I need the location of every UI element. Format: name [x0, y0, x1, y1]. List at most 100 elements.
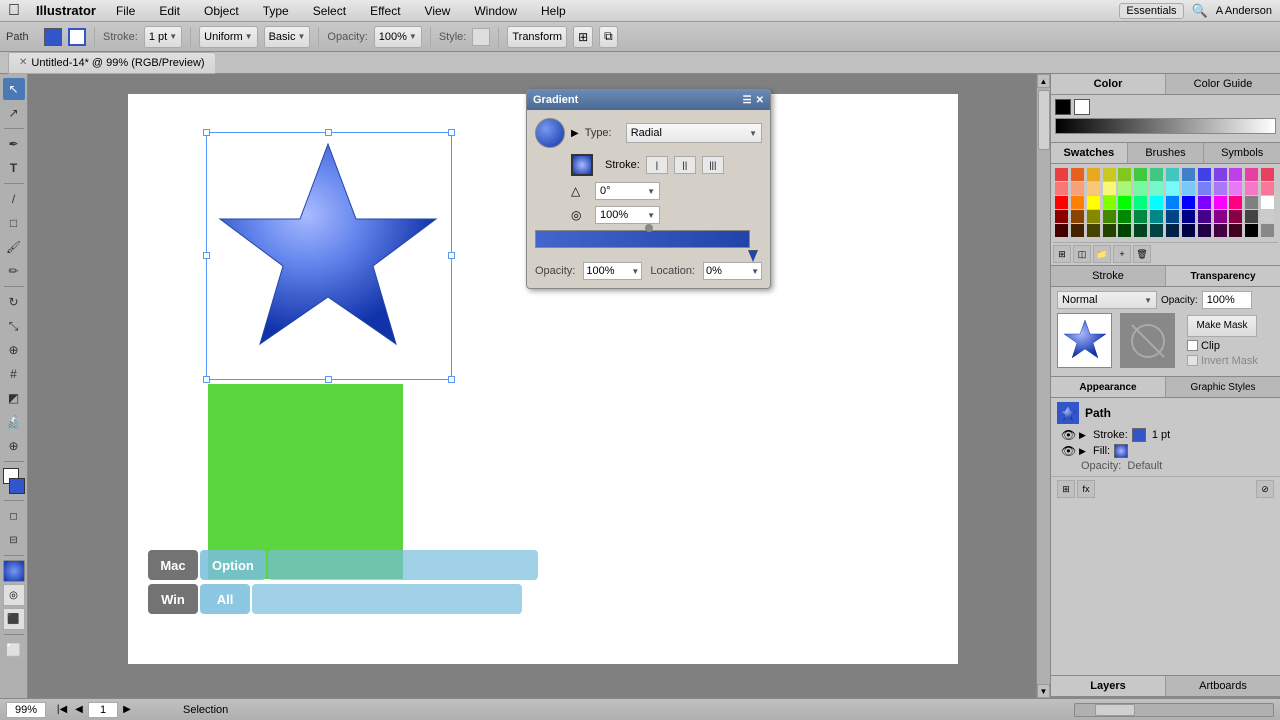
swatch-cell[interactable]: [1182, 210, 1195, 223]
stroke-btn-1[interactable]: |: [646, 156, 668, 174]
make-mask-button[interactable]: Make Mask: [1187, 315, 1257, 337]
scrollbar-thumb[interactable]: [1038, 90, 1050, 150]
menu-file[interactable]: File: [112, 4, 139, 18]
swatch-cell[interactable]: [1198, 224, 1211, 237]
uniform-dropdown[interactable]: Uniform ▼: [199, 26, 257, 48]
tab-graphic-styles[interactable]: Graphic Styles: [1166, 377, 1280, 397]
blend-tool[interactable]: ⊕: [3, 339, 25, 361]
swatch-cell[interactable]: [1134, 182, 1147, 195]
gradient-arrows[interactable]: ▶: [571, 128, 579, 139]
swatch-cell[interactable]: [1229, 210, 1242, 223]
handle-br[interactable]: [448, 376, 455, 383]
h-scrollbar-thumb[interactable]: [1095, 704, 1135, 716]
swatch-cell[interactable]: [1245, 168, 1258, 181]
gradient-opacity-input[interactable]: 100% ▼: [583, 262, 642, 280]
swatch-cell[interactable]: [1214, 196, 1227, 209]
star-shape[interactable]: [208, 134, 448, 374]
handle-bl[interactable]: [203, 376, 210, 383]
type-tool[interactable]: T: [3, 157, 25, 179]
scrollbar-down-arrow[interactable]: ▼: [1037, 684, 1050, 698]
swatch-cell[interactable]: [1261, 196, 1274, 209]
black-swatch[interactable]: [1055, 99, 1071, 115]
align-button[interactable]: ⊞: [573, 26, 593, 48]
swatch-cell[interactable]: [1150, 182, 1163, 195]
handle-mr[interactable]: [448, 252, 455, 259]
document-tab[interactable]: ✕ Untitled-14* @ 99% (RGB/Preview): [8, 52, 215, 74]
swatch-cell[interactable]: [1134, 196, 1147, 209]
swatch-cell[interactable]: [1245, 196, 1258, 209]
transform-button[interactable]: Transform: [507, 26, 567, 48]
swatch-cell[interactable]: [1087, 224, 1100, 237]
brush-tool[interactable]: 🖌: [3, 236, 25, 258]
tab-layers[interactable]: Layers: [1051, 676, 1166, 696]
style-swatch[interactable]: [472, 28, 490, 46]
swatch-cell[interactable]: [1103, 196, 1116, 209]
swatch-cell[interactable]: [1198, 196, 1211, 209]
pen-tool[interactable]: ✒: [3, 133, 25, 155]
swatch-cell[interactable]: [1229, 196, 1242, 209]
swatch-cell[interactable]: [1245, 182, 1258, 195]
tab-artboards[interactable]: Artboards: [1166, 676, 1280, 696]
swatch-cell[interactable]: [1134, 210, 1147, 223]
gradient-chip[interactable]: [3, 560, 25, 582]
swatches-tool-2[interactable]: ◫: [1073, 245, 1091, 263]
swatch-cell[interactable]: [1118, 210, 1131, 223]
swatch-cell[interactable]: [1087, 182, 1100, 195]
swatch-cell[interactable]: [1261, 182, 1274, 195]
tab-brushes[interactable]: Brushes: [1128, 143, 1205, 163]
swatch-cell[interactable]: [1118, 224, 1131, 237]
app-tool-1[interactable]: ⊞: [1057, 480, 1075, 498]
swatch-cell[interactable]: [1229, 224, 1242, 237]
swatch-cell[interactable]: [1214, 168, 1227, 181]
gradient-bar[interactable]: [535, 230, 750, 248]
swatch-cell[interactable]: [1261, 168, 1274, 181]
swatch-cell[interactable]: [1087, 168, 1100, 181]
swatch-cell[interactable]: [1166, 182, 1179, 195]
all-key[interactable]: All: [200, 584, 250, 614]
menu-edit[interactable]: Edit: [155, 4, 184, 18]
prev-page-btn[interactable]: ◀: [71, 702, 87, 718]
swatch-cell[interactable]: [1261, 210, 1274, 223]
h-scrollbar[interactable]: [1074, 703, 1274, 717]
swatch-cell[interactable]: [1103, 168, 1116, 181]
gradient-color-bar[interactable]: [1055, 118, 1276, 134]
mac-key[interactable]: Mac: [148, 550, 198, 580]
fill-gradient-swatch[interactable]: [1114, 444, 1128, 458]
symbol-chip1[interactable]: ◎: [3, 584, 25, 606]
menu-window[interactable]: Window: [470, 4, 521, 18]
swatch-cell[interactable]: [1071, 224, 1084, 237]
swatch-cell[interactable]: [1166, 168, 1179, 181]
scale-tool[interactable]: ⤡: [3, 315, 25, 337]
handle-bc[interactable]: [325, 376, 332, 383]
canvas-area[interactable]: Mac Option Win All Gradient ☰ ✕: [28, 74, 1050, 698]
swatch-cell[interactable]: [1150, 210, 1163, 223]
gradient-panel-menu[interactable]: ☰: [743, 95, 752, 106]
swatches-tool-4[interactable]: +: [1113, 245, 1131, 263]
fill-icon-active[interactable]: [571, 154, 593, 176]
swatch-cell[interactable]: [1118, 196, 1131, 209]
swatch-cell[interactable]: [1198, 182, 1211, 195]
swatch-cell[interactable]: [1134, 224, 1147, 237]
swatch-cell[interactable]: [1134, 168, 1147, 181]
swatch-cell[interactable]: [1071, 168, 1084, 181]
page-input[interactable]: [88, 702, 118, 718]
swatch-cell[interactable]: [1245, 224, 1258, 237]
clip-checkbox[interactable]: [1187, 340, 1198, 351]
swatch-cell[interactable]: [1055, 224, 1068, 237]
swatch-cell[interactable]: [1103, 182, 1116, 195]
stroke-eye[interactable]: 👁: [1061, 428, 1075, 442]
fill-eye[interactable]: 👁: [1061, 444, 1075, 458]
option-key[interactable]: Option: [200, 550, 266, 580]
swatch-cell[interactable]: [1229, 168, 1242, 181]
swatch-cell[interactable]: [1103, 224, 1116, 237]
gradient-stop-end[interactable]: [748, 250, 758, 262]
scrollbar-up-arrow[interactable]: ▲: [1037, 74, 1050, 88]
mesh-tool[interactable]: #: [3, 363, 25, 385]
fill-swatch[interactable]: [44, 28, 62, 46]
type-dropdown[interactable]: Radial ▼: [626, 123, 762, 143]
menu-select[interactable]: Select: [309, 4, 350, 18]
arrange-button[interactable]: ⧉: [599, 26, 618, 48]
tab-swatches[interactable]: Swatches: [1051, 143, 1128, 163]
swatch-cell[interactable]: [1150, 168, 1163, 181]
invert-checkbox[interactable]: [1187, 355, 1198, 366]
